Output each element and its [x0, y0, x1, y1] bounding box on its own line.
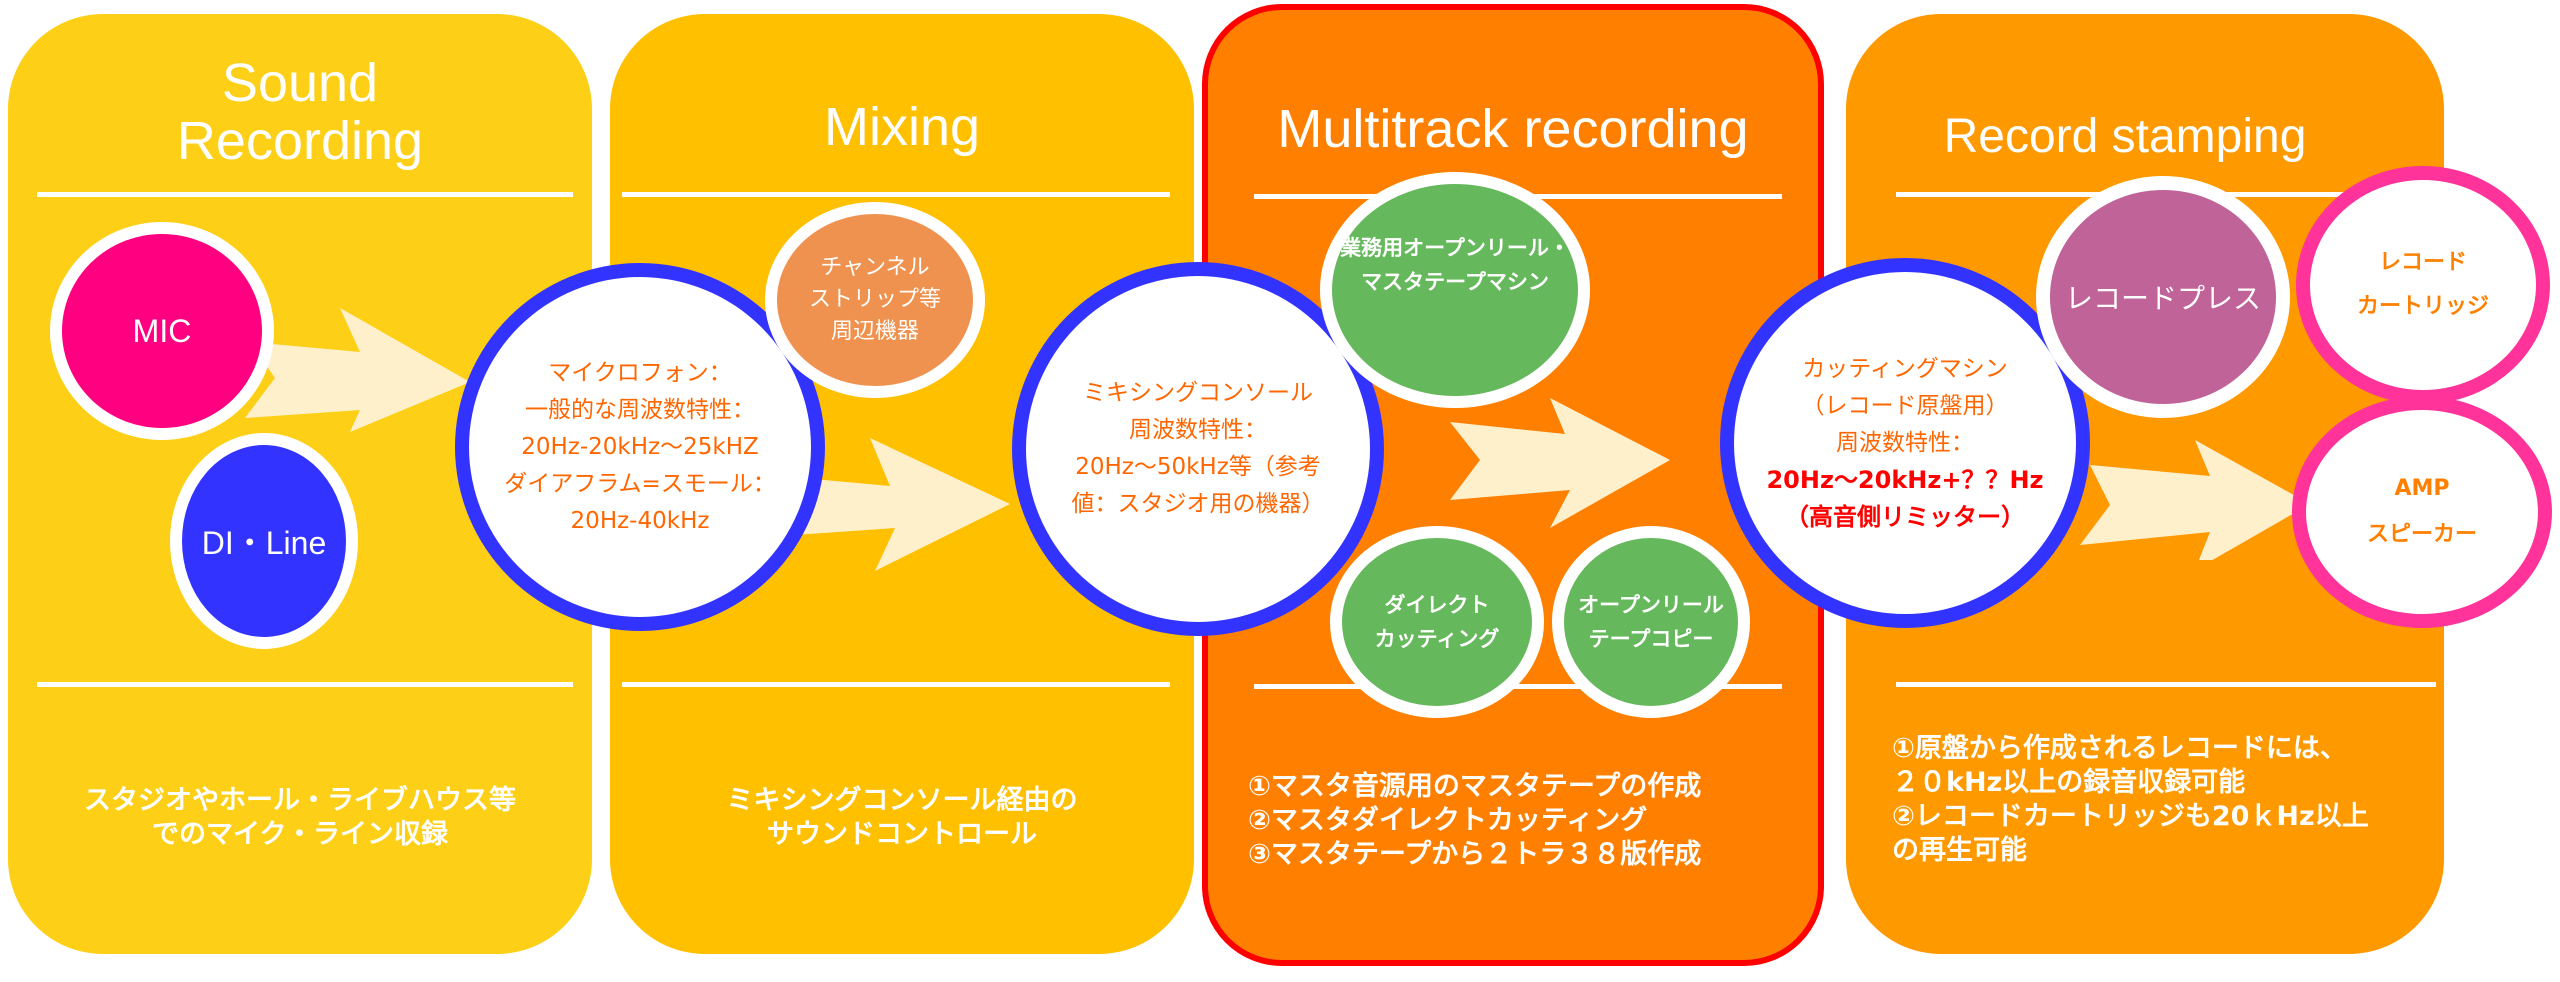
- spec-line: 20Hz～50kHz等（参考: [1075, 454, 1321, 480]
- panel-description: スタジオやホール・ライブハウス等 でのマイク・ライン収録: [8, 784, 592, 852]
- spec-line: 20Hz-40kHz: [570, 507, 710, 534]
- title-line: Mixing: [823, 97, 981, 157]
- spec-highlight-line: 20Hz～20kHz+？？Hz: [1766, 465, 2044, 494]
- spec-line: 20Hz-20kHz～25kHZ: [521, 433, 759, 460]
- description-line: ①原盤から作成されるレコードには、: [1892, 733, 2347, 764]
- panel-title: Mixing: [610, 98, 1194, 156]
- node-line: カッティング: [1374, 627, 1500, 651]
- description-line: サウンドコントロール: [767, 819, 1037, 850]
- direct-cutting-node: ダイレクト カッティング: [1330, 526, 1544, 718]
- title-line: Multitrack recording: [1277, 99, 1749, 159]
- description-line: の再生可能: [1892, 835, 2027, 866]
- description-line: ①マスタ音源用のマスタテープの作成: [1248, 771, 1702, 802]
- node-line: ストリップ等: [808, 287, 941, 312]
- description-line: ③マスタテープから２トラ３８版作成: [1248, 839, 1702, 870]
- divider-bottom: [1896, 682, 2436, 687]
- node-line: オープンリール: [1578, 593, 1724, 617]
- divider-top: [37, 192, 573, 197]
- panel-description: ミキシングコンソール経由の サウンドコントロール: [610, 784, 1194, 852]
- flow-arrow-icon: [1450, 398, 1670, 528]
- channel-strip-node: チャンネル ストリップ等 周辺機器: [765, 202, 985, 398]
- spec-line: ミキシングコンソール: [1083, 380, 1313, 406]
- description-line: ②レコードカートリッジも20ｋHz以上: [1892, 801, 2369, 832]
- spec-line: 値：スタジオ用の機器）: [1071, 491, 1325, 517]
- panel-title: Record stamping: [1846, 108, 2404, 166]
- spec-highlight-line: （高音側リミッター）: [1785, 502, 2025, 531]
- spec-line: 一般的な周波数特性：: [525, 396, 755, 423]
- node-line: ダイレクト: [1384, 593, 1490, 617]
- spec-line: ダイアフラム=スモール：: [504, 470, 776, 497]
- node-line: 周辺機器: [830, 319, 919, 344]
- description-line: ミキシングコンソール経由の: [726, 785, 1078, 816]
- spec-line: 周波数特性：: [1129, 417, 1267, 443]
- cartridge-node: レコード カートリッジ: [2296, 166, 2550, 404]
- title-line: Record stamping: [1943, 110, 2307, 163]
- node-line: レコード: [2378, 250, 2467, 275]
- spec-line: マイクロフォン：: [548, 359, 732, 386]
- spec-line: 周波数特性：: [1836, 429, 1974, 456]
- spec-line: （レコード原盤用）: [1801, 392, 2009, 419]
- node-line: チャンネル: [820, 255, 930, 280]
- title-line: Sound: [221, 53, 379, 113]
- di-line-node: DI・Line: [170, 433, 358, 649]
- flow-arrow-icon: [2080, 440, 2310, 560]
- reel-copy-node: オープンリール テープコピー: [1552, 526, 1750, 718]
- node-line: マスタテープマシン: [1361, 270, 1549, 294]
- panel-description: ①原盤から作成されるレコードには、 ２０kHz以上の録音収録可能 ②レコードカー…: [1892, 732, 2444, 868]
- description-line: ②マスタダイレクトカッティング: [1248, 805, 1648, 836]
- panel-description: ①マスタ音源用のマスタテープの作成 ②マスタダイレクトカッティング ③マスタテー…: [1248, 770, 1818, 872]
- di-line-label: DI・Line: [201, 525, 327, 561]
- node-line: AMP: [2394, 476, 2450, 501]
- node-line: カートリッジ: [2356, 294, 2489, 319]
- description-line: ２０kHz以上の録音収録可能: [1892, 767, 2246, 798]
- mic-node: MIC: [50, 222, 274, 440]
- divider-bottom: [37, 682, 573, 687]
- spec-line: カッティングマシン: [1802, 355, 2008, 382]
- record-press-node: レコードプレス: [2036, 176, 2290, 418]
- mic-label: MIC: [132, 312, 192, 349]
- divider-top: [622, 192, 1170, 197]
- cutting-machine-node: カッティングマシン （レコード原盤用） 周波数特性： 20Hz～20kHz+？？…: [1720, 258, 2090, 628]
- tape-machine-node: 業務用オープンリール・ マスタテープマシン: [1320, 172, 1590, 408]
- divider-bottom: [622, 682, 1170, 687]
- panel-title: Multitrack recording: [1208, 100, 1818, 158]
- title-line: Recording: [176, 111, 424, 171]
- amp-speaker-node: AMP スピーカー: [2292, 396, 2552, 628]
- node-line: テープコピー: [1588, 627, 1714, 651]
- panel-title: Sound Recording: [8, 54, 592, 170]
- description-line: スタジオやホール・ライブハウス等: [84, 785, 516, 816]
- node-line: スピーカー: [2366, 522, 2477, 547]
- description-line: でのマイク・ライン収録: [152, 819, 448, 850]
- node-line: 業務用オープンリール・: [1340, 236, 1570, 260]
- node-label: レコードプレス: [2064, 282, 2261, 315]
